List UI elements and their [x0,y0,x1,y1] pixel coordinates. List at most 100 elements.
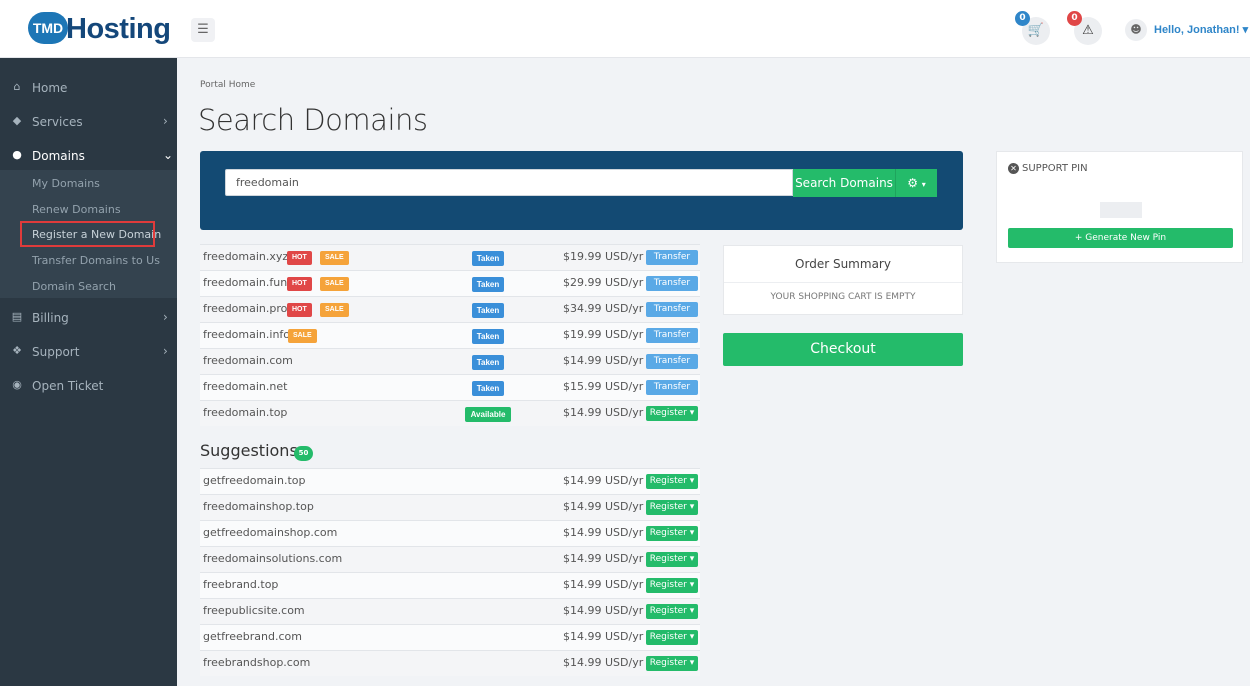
price: $29.99 USD/yr [563,276,644,289]
domain-name: freebrand.top [203,578,279,591]
status-badge: Taken [472,355,504,370]
transfer-button[interactable]: Transfer [646,250,698,265]
cart-icon: 🛒 [1027,23,1045,38]
file-icon: ▤ [11,310,23,323]
sidebar-item-domains[interactable]: ● Domains ⌄ [0,142,177,170]
table-row: freedomain.com Taken $14.99 USD/yr Trans… [200,348,700,374]
list-item: freepublicsite.com $14.99 USD/yr Registe… [200,598,700,624]
top-header: TMD Hosting ☰ 🛒 0 ⚠ 0 ☻ Hello, Jonathan!… [0,0,1250,58]
gear-icon: ⚙ [907,176,918,190]
status-badge: Taken [472,251,504,266]
transfer-button[interactable]: Transfer [646,328,698,343]
generate-pin-button[interactable]: + Generate New Pin [1008,228,1233,248]
status-badge: Taken [472,277,504,292]
register-button[interactable]: Register ▾ [646,630,698,645]
table-row: freedomain.xyz HOT SALE Taken $19.99 USD… [200,244,700,270]
cube-icon: ◆ [12,114,22,127]
list-item: freebrandshop.com $14.99 USD/yr Register… [200,650,700,676]
table-row: freedomain.pro HOT SALE Taken $34.99 USD… [200,296,700,322]
search-panel: freedomain Search Domains ⚙ ▾ [200,151,963,230]
suggestions-heading: Suggestions [200,441,298,460]
cart-empty-message: YOUR SHOPPING CART IS EMPTY [770,292,916,302]
sidebar-item-label: Home [32,81,68,95]
register-button[interactable]: Register ▾ [646,500,698,515]
brand-logo[interactable]: TMD Hosting [24,9,171,49]
chevron-right-icon: › [163,310,168,324]
globe-icon: ● [12,148,22,161]
domain-name: freedomainsolutions.com [203,552,343,565]
status-badge: Available [465,407,511,422]
submenu-domain-search[interactable]: Domain Search [32,280,116,298]
order-summary: Order Summary YOUR SHOPPING CART IS EMPT… [723,245,963,315]
submenu-transfer-domains[interactable]: Transfer Domains to Us [32,254,160,272]
sidebar-item-home[interactable]: ⌂ Home [0,74,177,102]
chevron-down-icon: ⌄ [163,148,174,162]
logo-word: Hosting [66,13,171,45]
domain-name: freedomain.fun [203,276,288,289]
sidebar-item-support[interactable]: ❖ Support › [0,338,177,366]
pin-placeholder [1100,202,1142,218]
register-button[interactable]: Register ▾ [646,578,698,593]
register-button[interactable]: Register ▾ [646,474,698,489]
hot-badge: HOT [287,277,312,291]
cart-button[interactable]: 🛒 0 [1015,11,1050,45]
transfer-button[interactable]: Transfer [646,380,698,395]
order-summary-title: Order Summary [724,246,962,283]
price: $19.99 USD/yr [563,328,644,341]
list-item: freedomainshop.top $14.99 USD/yr Registe… [200,494,700,520]
chevron-right-icon: › [163,344,168,358]
hot-badge: HOT [287,303,312,317]
sale-badge: SALE [320,251,349,265]
transfer-button[interactable]: Transfer [646,276,698,291]
domain-name: freedomain.com [203,354,293,367]
alerts-button[interactable]: ⚠ 0 [1067,11,1102,45]
domain-name: getfreedomainshop.com [203,526,338,539]
menu-toggle-icon[interactable]: ☰ [191,18,215,42]
suggestions-count-badge: 50 [294,446,313,461]
register-button[interactable]: Register ▾ [646,604,698,619]
cart-count-badge: 0 [1015,11,1030,26]
sidebar-item-open-ticket[interactable]: ◉ Open Ticket [0,372,177,400]
submenu-renew-domains[interactable]: Renew Domains [32,203,121,221]
user-icon: ☻ [1125,19,1147,41]
breadcrumb[interactable]: Portal Home [200,80,255,90]
register-button[interactable]: Register ▾ [646,406,698,421]
price: $14.99 USD/yr [563,474,644,487]
support-pin-panel: ✕ SUPPORT PIN + Generate New Pin [996,151,1243,263]
domain-name: freedomain.info [203,328,291,341]
sidebar-item-billing[interactable]: ▤ Billing › [0,304,177,332]
comment-icon: ◉ [12,378,22,391]
lifebuoy-icon: ❖ [12,344,22,357]
table-row: freedomain.info SALE Taken $19.99 USD/yr… [200,322,700,348]
domain-search-input[interactable]: freedomain [225,169,793,196]
sidebar-item-label: Domains [32,149,85,163]
sidebar-item-label: Support [32,345,80,359]
transfer-button[interactable]: Transfer [646,354,698,369]
home-icon: ⌂ [13,80,21,93]
checkout-button[interactable]: Checkout [723,333,963,366]
price: $14.99 USD/yr [563,354,644,367]
hot-badge: HOT [287,251,312,265]
sidebar-item-services[interactable]: ◆ Services › [0,108,177,136]
list-item: getfreebrand.com $14.99 USD/yr Register … [200,624,700,650]
register-button[interactable]: Register ▾ [646,526,698,541]
sidebar-item-label: Open Ticket [32,379,104,393]
register-button[interactable]: Register ▾ [646,656,698,671]
sale-badge: SALE [320,277,349,291]
submenu-my-domains[interactable]: My Domains [32,177,100,195]
search-domains-button[interactable]: Search Domains [793,169,895,197]
status-badge: Taken [472,329,504,344]
table-row: freedomain.top Available $14.99 USD/yr R… [200,400,700,426]
sidebar: ⌂ Home ◆ Services › ● Domains ⌄ My Domai… [0,58,177,686]
price: $14.99 USD/yr [563,578,644,591]
register-button[interactable]: Register ▾ [646,552,698,567]
warning-icon: ⚠ [1082,23,1094,38]
table-row: freedomain.fun HOT SALE Taken $29.99 USD… [200,270,700,296]
transfer-button[interactable]: Transfer [646,302,698,317]
domain-name: freedomain.net [203,380,288,393]
caret-down-icon: ▾ [921,180,926,189]
search-options-button[interactable]: ⚙ ▾ [895,169,937,197]
price: $14.99 USD/yr [563,406,644,419]
list-item: getfreedomain.top $14.99 USD/yr Register… [200,468,700,494]
sale-badge: SALE [320,303,349,317]
